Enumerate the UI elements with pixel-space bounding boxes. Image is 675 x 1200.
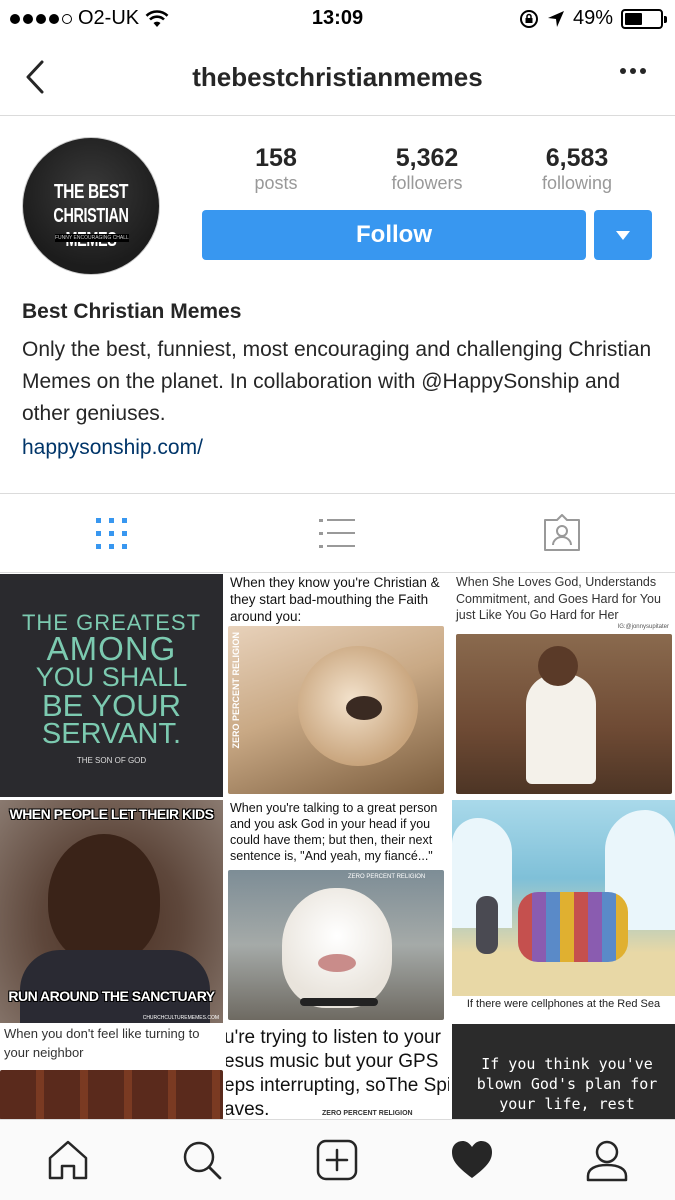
- post-thumbnail[interactable]: u're trying to listen to your esus music…: [226, 1024, 449, 1119]
- posts-grid: THE GREATEST AMONG YOU SHALL BE YOUR SER…: [0, 574, 675, 1119]
- post-thumbnail[interactable]: WHEN PEOPLE LET THEIR KIDS RUN AROUND TH…: [0, 800, 223, 1023]
- avatar-tagline: FUNNY ENCOURAGING CHALLENGING: [55, 234, 129, 242]
- post-credit: CHURCHCULTUREMEMES.COM: [142, 1015, 219, 1021]
- profile-icon[interactable]: [585, 1138, 629, 1182]
- profile-link[interactable]: happysonship.com/: [22, 436, 203, 460]
- post-watermark: ZERO PERCENT RELIGION: [348, 874, 426, 880]
- tab-tagged[interactable]: [450, 494, 675, 574]
- caret-down-icon: [616, 231, 630, 240]
- stat-label: followers: [391, 173, 463, 193]
- stat-value: 158: [255, 144, 297, 172]
- new-post-icon[interactable]: [315, 1138, 359, 1182]
- nav-bar: thebestchristianmemes: [0, 38, 675, 116]
- post-credit: IG:@jonnysupitater: [617, 624, 669, 630]
- profile-bio: Only the best, funniest, most encouragin…: [22, 338, 652, 425]
- battery-percent: 49%: [572, 7, 613, 29]
- stat-followers[interactable]: 5,362 followers: [367, 144, 487, 194]
- stat-label: following: [541, 173, 613, 193]
- post-bottom-text: RUN AROUND THE SANCTUARY: [8, 988, 215, 1004]
- stat-value: 6,583: [545, 144, 609, 172]
- follow-button[interactable]: Follow: [202, 210, 586, 260]
- tab-list[interactable]: [225, 494, 450, 574]
- post-thumbnail[interactable]: THE GREATEST AMONG YOU SHALL BE YOUR SER…: [0, 574, 223, 797]
- post-photo: [0, 1070, 223, 1119]
- search-icon[interactable]: [180, 1138, 224, 1182]
- post-thumbnail[interactable]: If you think you've blown God's plan for…: [452, 1024, 675, 1119]
- post-photo: [456, 634, 672, 794]
- post-caption: When they know you're Christian & they s…: [230, 575, 440, 624]
- post-photo: ZERO PERCENT RELIGION: [228, 870, 444, 1020]
- post-text: SERVANT.: [41, 718, 182, 750]
- post-photo: [452, 800, 675, 996]
- post-caption: u're trying to listen to your esus music…: [226, 1027, 449, 1119]
- avatar-line1: THE BEST: [53, 181, 129, 203]
- post-caption: When She Loves God, Understands Commitme…: [456, 575, 661, 622]
- tagged-photos-icon: [544, 514, 580, 551]
- post-watermark: ZERO PERCENT RELIGION: [231, 632, 241, 749]
- list-view-icon: [319, 519, 355, 548]
- rotation-lock-icon: [519, 9, 538, 28]
- profile-tabs: [0, 493, 675, 573]
- home-icon[interactable]: [46, 1138, 90, 1182]
- post-credit: THE SON OF GOD: [76, 756, 147, 765]
- avatar[interactable]: THE BEST CHRISTIAN MEMES FUNNY ENCOURAGI…: [22, 137, 160, 275]
- more-dots-icon[interactable]: [619, 66, 647, 76]
- post-thumbnail[interactable]: When they know you're Christian & they s…: [226, 574, 449, 797]
- page-title: thebestchristianmemes: [192, 62, 483, 92]
- bottom-tab-bar: [0, 1119, 675, 1200]
- post-caption: If you think you've blown God's plan for…: [476, 1055, 658, 1113]
- stat-following[interactable]: 6,583 following: [517, 144, 637, 194]
- post-thumbnail[interactable]: When you don't feel like turning to your…: [0, 1024, 223, 1119]
- post-thumbnail[interactable]: When She Loves God, Understands Commitme…: [452, 574, 675, 797]
- battery-icon: [621, 8, 667, 29]
- post-caption: When you're talking to a great person an…: [230, 801, 438, 863]
- post-caption: When you don't feel like turning to your…: [4, 1026, 200, 1060]
- post-thumbnail[interactable]: If there were cellphones at the Red Sea: [452, 800, 675, 1023]
- post-caption: If there were cellphones at the Red Sea: [466, 998, 661, 1010]
- stat-label: posts: [254, 173, 298, 193]
- activity-heart-icon[interactable]: [450, 1138, 494, 1182]
- stat-posts[interactable]: 158 posts: [216, 144, 336, 194]
- post-watermark: ZERO PERCENT RELIGION: [322, 1110, 413, 1117]
- profile-name: Best Christian Memes: [22, 300, 242, 323]
- stat-value: 5,362: [395, 144, 459, 172]
- grid-view-icon: [96, 518, 127, 549]
- status-bar: O2-UK 13:09 49%: [0, 0, 675, 38]
- avatar-line2: CHRISTIAN MEMES: [53, 205, 129, 251]
- post-photo: ZERO PERCENT RELIGION: [228, 626, 444, 794]
- post-thumbnail[interactable]: When you're talking to a great person an…: [226, 800, 449, 1023]
- tab-grid[interactable]: [0, 494, 225, 574]
- post-top-text: WHEN PEOPLE LET THEIR KIDS: [9, 806, 214, 822]
- location-arrow-icon: [547, 10, 564, 27]
- suggestions-dropdown-button[interactable]: [594, 210, 652, 260]
